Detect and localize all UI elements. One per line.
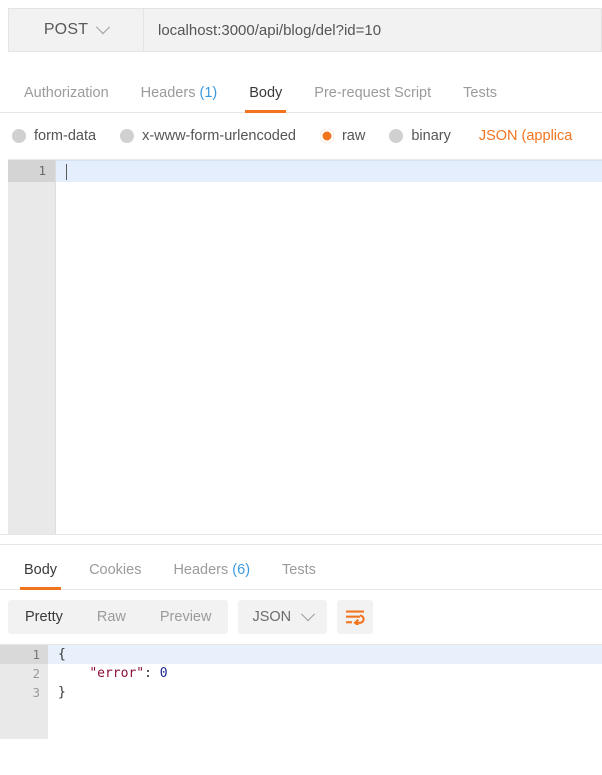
response-line-number-2: 2 [32,666,40,681]
response-format-label: JSON [252,609,292,625]
request-editor-active-line [56,160,602,182]
response-toolbar: Pretty Raw Preview JSON [0,590,602,644]
response-tab-tests[interactable]: Tests [266,562,332,589]
response-gutter: 1 2 3 [0,645,57,739]
tab-pre-request-script-label: Pre-request Script [314,85,432,101]
response-tab-body[interactable]: Body [8,562,73,590]
request-tab-bar: Authorization Headers (1) Body Pre-reque… [0,70,602,113]
radio-binary[interactable]: binary [389,128,451,144]
view-mode-raw[interactable]: Raw [80,600,143,634]
response-tab-bar: Body Cookies Headers (6) Tests [0,545,602,590]
word-wrap-button[interactable] [337,600,374,634]
radio-binary-dot [389,129,404,143]
pane-splitter[interactable] [0,534,602,545]
json-value: 0 [159,666,168,681]
radio-binary-label: binary [411,128,451,144]
view-mode-preview[interactable]: Preview [143,600,229,634]
tab-headers-count: (1) [199,85,218,101]
response-tab-cookies-label: Cookies [89,562,142,578]
text-cursor [66,164,67,180]
word-wrap-icon [346,610,365,625]
tab-tests[interactable]: Tests [447,85,513,112]
radio-form-data-dot [12,129,26,143]
response-view-mode-group: Pretty Raw Preview [8,600,229,634]
request-line-number: 1 [8,160,55,182]
radio-raw-dot [319,129,334,143]
response-line-number-3: 3 [32,685,40,700]
tab-pre-request-script[interactable]: Pre-request Script [298,85,447,112]
radio-x-www-form-urlencoded-dot [120,129,135,143]
response-code-line-3: } [58,685,66,700]
response-code-line-2: "error": 0 [48,664,602,683]
json-key: "error" [89,666,145,681]
response-tab-body-label: Body [24,562,58,578]
view-mode-pretty[interactable]: Pretty [8,600,80,634]
response-line-number-1: 1 [0,645,57,664]
tab-body[interactable]: Body [233,85,298,113]
tab-authorization[interactable]: Authorization [8,85,125,112]
radio-raw[interactable]: raw [319,128,366,144]
tab-authorization-label: Authorization [24,85,109,101]
response-format-dropdown[interactable]: JSON [238,600,328,634]
radio-x-www-form-urlencoded-label: x-www-form-urlencoded [142,128,296,144]
chevron-down-icon [96,20,111,35]
response-tab-headers-count: (6) [232,562,251,578]
tab-tests-label: Tests [463,85,497,101]
response-code-area: { "error": 0 } [48,645,602,739]
response-line-number-1-text: 1 [32,647,40,662]
radio-x-www-form-urlencoded[interactable]: x-www-form-urlencoded [120,128,296,144]
radio-form-data[interactable]: form-data [12,128,96,144]
body-type-radio-group: form-data x-www-form-urlencoded raw bina… [0,113,602,159]
json-separator: : [144,666,160,681]
request-body-editor[interactable]: 1 [8,159,602,534]
chevron-down-icon [301,607,316,622]
response-tab-headers[interactable]: Headers (6) [157,562,266,589]
http-method-dropdown[interactable]: POST [9,9,144,51]
content-type-dropdown[interactable]: JSON (applica [479,128,572,144]
response-tab-tests-label: Tests [282,562,316,578]
response-tab-cookies[interactable]: Cookies [73,562,157,589]
response-body-viewer[interactable]: 1 2 3 { "error": 0 } [0,644,602,739]
radio-raw-label: raw [341,128,366,144]
response-tab-headers-label: Headers [173,562,229,578]
response-code-line-1: { [48,645,602,664]
tab-headers-label: Headers [140,85,196,101]
http-method-label: POST [43,21,89,38]
radio-form-data-label: form-data [34,128,97,144]
request-editor-code-area[interactable] [56,160,602,534]
request-url-input[interactable]: localhost:3000/api/blog/del?id=10 [144,9,601,51]
request-editor-gutter: 1 [8,160,56,534]
tab-headers[interactable]: Headers (1) [125,85,234,112]
tab-body-label: Body [249,85,283,101]
request-url-bar: POST localhost:3000/api/blog/del?id=10 [8,8,602,52]
